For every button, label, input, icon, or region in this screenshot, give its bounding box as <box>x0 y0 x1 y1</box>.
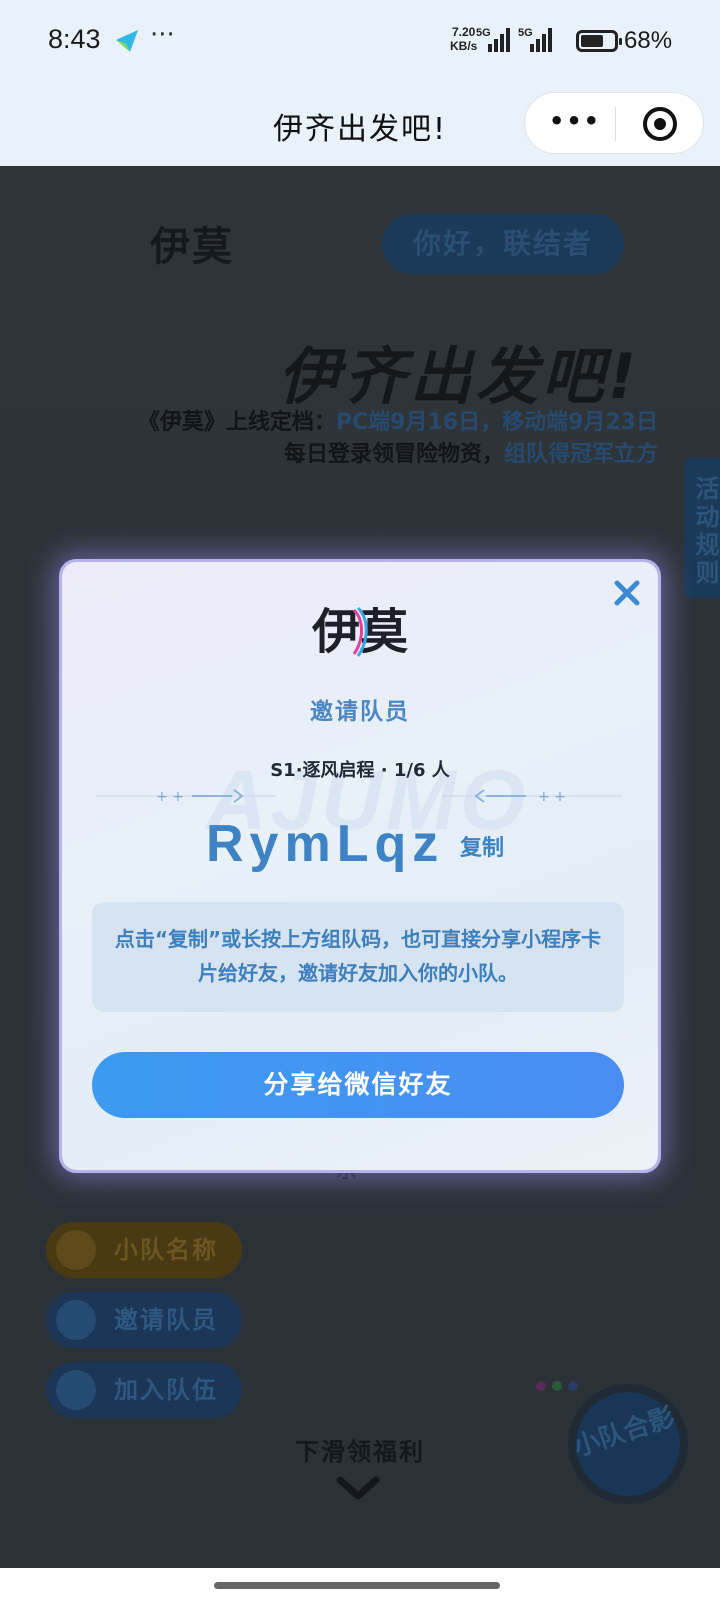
logo-mark: 伊莫 <box>311 604 408 660</box>
team-icon <box>56 1230 96 1270</box>
status-time: 8:43 <box>48 24 101 54</box>
status-bar: 8:43 ··· 7.20 KB/s 5G 5G 68% <box>0 0 720 82</box>
team-name-button[interactable]: 小队名称 <box>46 1222 242 1278</box>
bg-logo: 伊莫 <box>150 224 234 270</box>
capsule-divider <box>615 107 616 141</box>
more-button[interactable]: ••• <box>545 109 605 135</box>
invite-members-button[interactable]: 邀请队员 <box>46 1292 242 1348</box>
network-speed: 7.20 KB/s <box>450 25 478 53</box>
svg-text:5G: 5G <box>518 27 533 39</box>
bg-headline: 伊齐出发吧! <box>277 340 640 413</box>
rules-tab[interactable]: 活动规则 <box>684 458 720 598</box>
share-wechat-button[interactable]: 分享给微信好友 <box>92 1052 624 1118</box>
capsule-menu: ••• <box>524 92 704 154</box>
instruction-text: 点击“复制”或长按上方组队码，也可直接分享小程序卡片给好友，邀请好友加入你的小队… <box>92 902 624 1012</box>
bg-daily-reward: 每日登录领冒险物资，组队得冠军立方 <box>283 442 658 467</box>
app-notification-icon <box>116 30 138 52</box>
bg-launch-date: 《伊莫》上线定档：PC端9月16日，移动端9月23日 <box>137 410 658 435</box>
close-miniprogram-button[interactable] <box>643 107 677 141</box>
copy-button[interactable]: 复制 <box>460 830 504 862</box>
decor-arrow-left: + + <box>96 789 276 805</box>
game-logo: 伊莫 <box>62 596 658 670</box>
chevron-down-icon <box>336 1476 380 1500</box>
greeting-badge: 你好，联结者 <box>382 214 624 274</box>
status-overflow-icon: ··· <box>150 20 175 50</box>
modal-title: 邀请队员 <box>310 699 410 725</box>
join-team-button[interactable]: 加入队伍 <box>46 1362 242 1418</box>
battery-level <box>581 35 603 47</box>
season-info: S1·逐风启程 · 1/6 人 <box>270 760 450 781</box>
plus-icon <box>56 1370 96 1410</box>
user-icon <box>56 1300 96 1340</box>
decor-arrow-right: + + <box>442 789 622 805</box>
battery-percent: 68% <box>624 27 673 54</box>
svg-text:5G: 5G <box>476 27 491 39</box>
team-code[interactable]: RymLqz <box>206 814 444 874</box>
svg-text:+ +: + + <box>156 789 184 805</box>
decor-dots <box>536 1376 584 1395</box>
signal-icon: 5G <box>518 27 552 52</box>
signal-icon: 5G <box>476 27 510 52</box>
battery-icon <box>576 30 622 52</box>
home-indicator[interactable] <box>214 1582 500 1589</box>
bottom-bar <box>0 1568 720 1600</box>
nav-bar: 伊齐出发吧! ••• <box>0 82 720 166</box>
scroll-hint: 下滑领福利 <box>295 1438 425 1466</box>
svg-text:+ +: + + <box>538 789 566 805</box>
invite-modal: AJUMO 伊莫 邀请队员 S1·逐风启程 · 1/6 人 + + + + Ry… <box>62 562 658 1170</box>
